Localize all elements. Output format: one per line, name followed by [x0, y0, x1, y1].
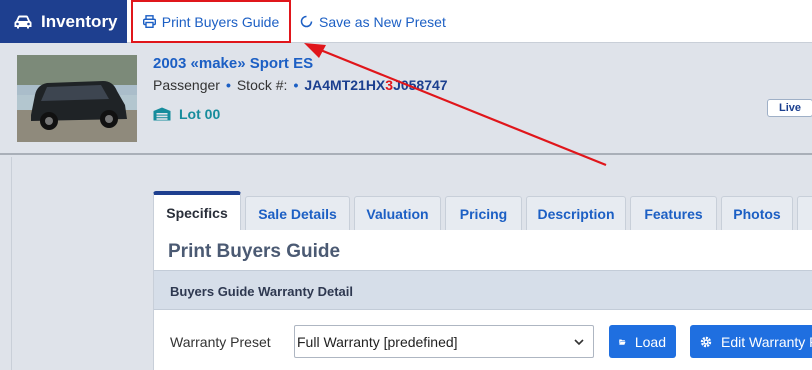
warranty-preset-value: Full Warranty [predefined] [297, 333, 458, 350]
buyers-guide-panel: Print Buyers Guide Buyers Guide Warranty… [153, 230, 812, 370]
panel-title: Print Buyers Guide [168, 241, 341, 262]
separator-dot: • [225, 77, 231, 93]
vehicle-subtitle: Passenger • Stock #: • JA4MT21HX3J058747 [153, 77, 448, 93]
tab-valuation[interactable]: Valuation [354, 196, 441, 230]
tab-pricing[interactable]: Pricing [445, 196, 522, 230]
load-button[interactable]: Load [609, 325, 676, 358]
save-as-new-preset-button[interactable]: Save as New Preset [300, 0, 446, 43]
lot-label: Lot 00 [179, 106, 221, 122]
inventory-nav[interactable]: Inventory [0, 0, 127, 43]
tab-photos[interactable]: Photos [721, 196, 793, 230]
tab-features[interactable]: Features [630, 196, 717, 230]
separator-dot: • [293, 77, 299, 93]
car-icon [14, 15, 32, 28]
tab-description[interactable]: Description [526, 196, 626, 230]
save-as-new-preset-label: Save as New Preset [319, 13, 446, 30]
gear-icon [700, 336, 712, 347]
inventory-label: Inventory [41, 11, 118, 31]
vehicle-title[interactable]: 2003 «make» Sport ES [153, 55, 313, 72]
left-sidebar-edge [0, 157, 12, 370]
vehicle-header: 2003 «make» Sport ES Passenger • Stock #… [0, 44, 812, 155]
live-status-badge: Live [767, 99, 812, 117]
lot-location[interactable]: Lot 00 [153, 106, 220, 122]
warranty-preset-select[interactable]: Full Warranty [predefined] [294, 325, 594, 358]
printer-icon [142, 15, 156, 28]
top-toolbar: Inventory Print Buyers Guide Save as New… [0, 0, 812, 43]
refresh-icon [300, 15, 313, 28]
print-buyers-guide-button[interactable]: Print Buyers Guide [131, 0, 291, 43]
tab-sale-details[interactable]: Sale Details [245, 196, 350, 230]
edit-warranty-preset-button[interactable]: Edit Warranty P [690, 325, 812, 358]
print-buyers-guide-label: Print Buyers Guide [161, 13, 280, 30]
tab-overflow[interactable] [797, 196, 812, 230]
vehicle-thumbnail[interactable] [17, 55, 137, 142]
folder-open-icon [619, 339, 626, 345]
vin-number[interactable]: JA4MT21HX3J058747 [304, 77, 447, 93]
chevron-down-icon [574, 339, 584, 346]
stock-label: Stock #: [236, 77, 288, 93]
warranty-preset-label: Warranty Preset [170, 334, 271, 350]
load-label: Load [634, 333, 666, 350]
vehicle-type: Passenger [153, 77, 220, 93]
tab-specifics[interactable]: Specifics [153, 191, 241, 230]
edit-warranty-label: Edit Warranty P [721, 333, 812, 350]
section-label: Buyers Guide Warranty Detail [170, 284, 354, 299]
warehouse-icon [153, 107, 171, 121]
warranty-section-header: Buyers Guide Warranty Detail [154, 270, 812, 310]
